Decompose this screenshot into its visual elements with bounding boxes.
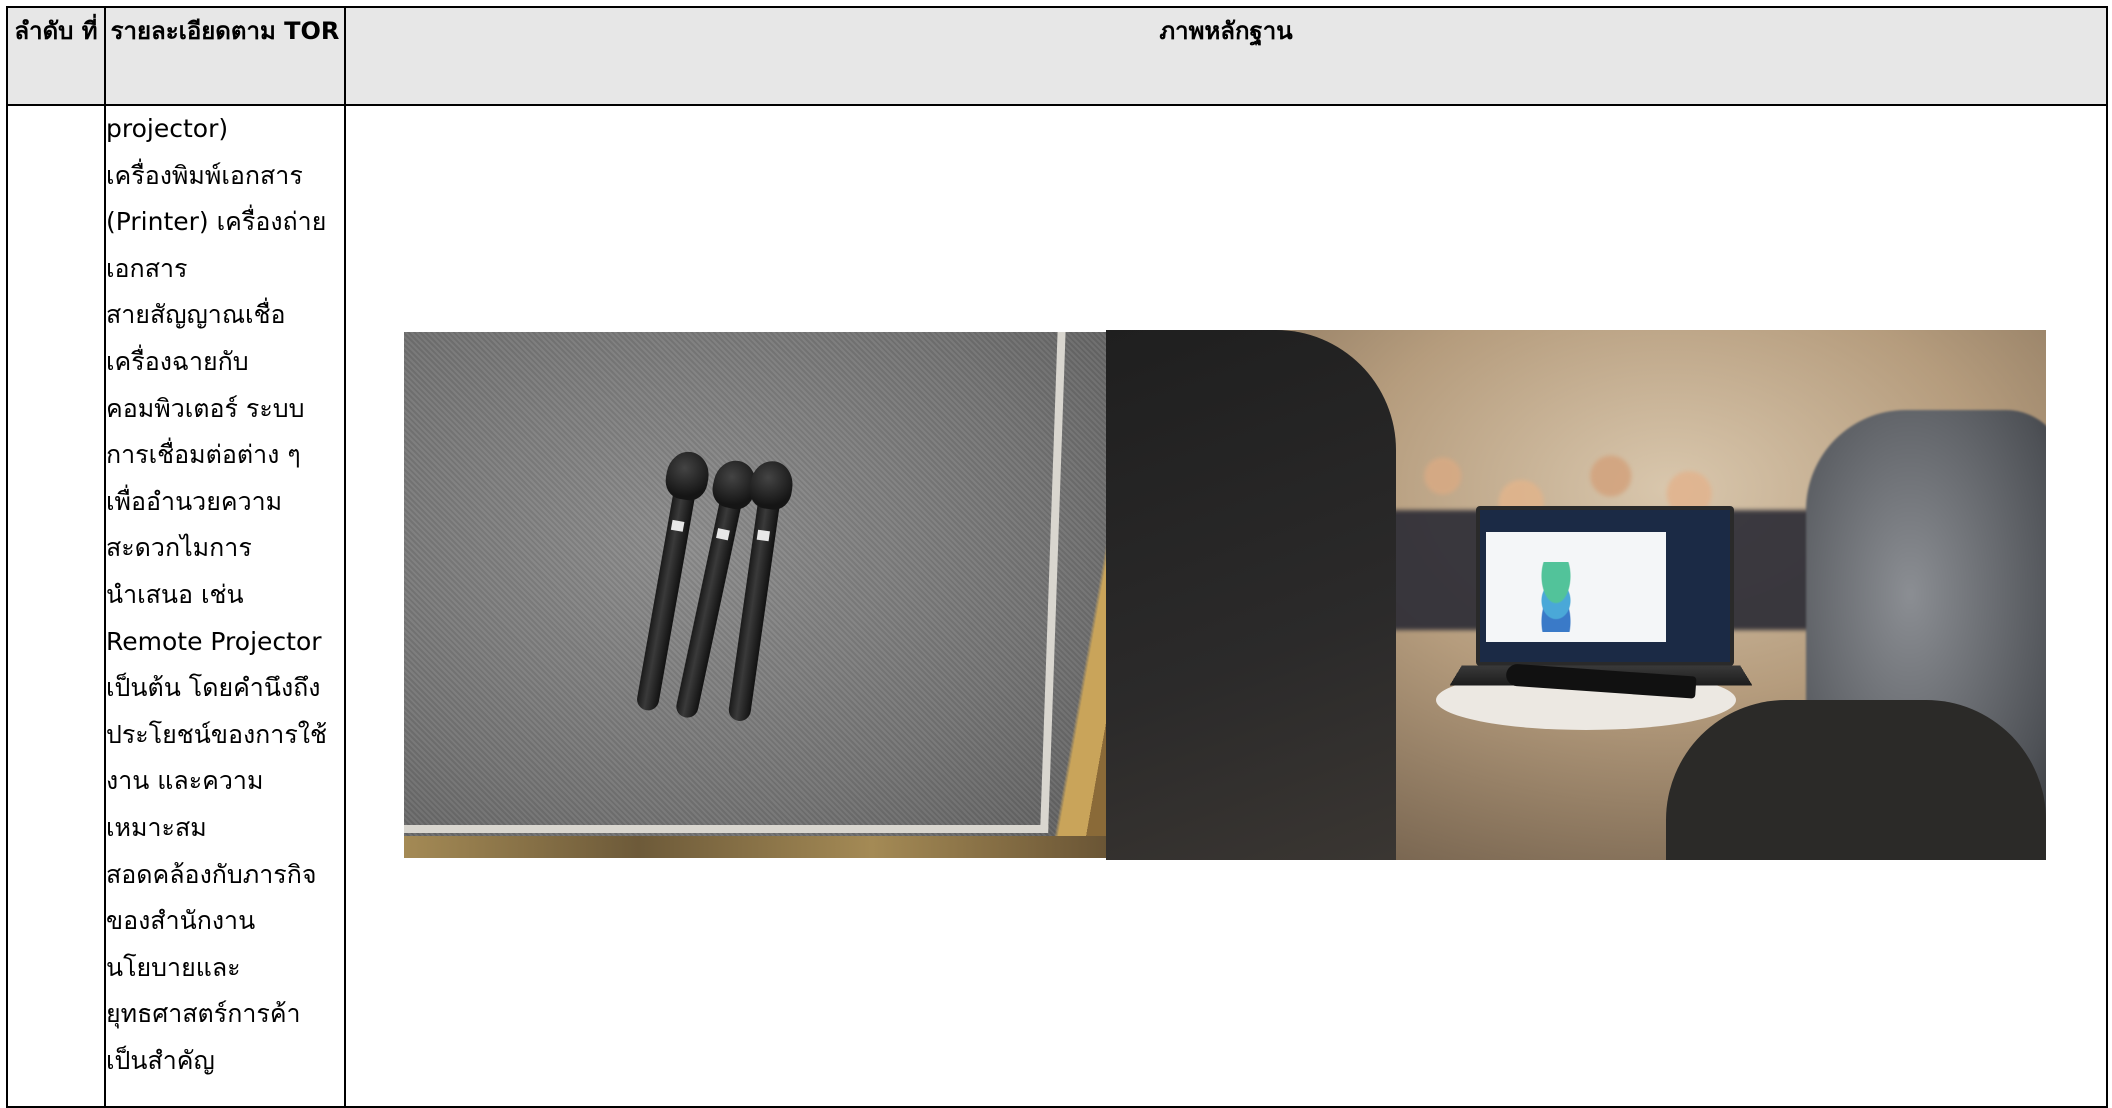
presentation-slide [1486, 532, 1666, 642]
detail-line: สายสัญญาณเชื่อ [106, 300, 286, 330]
evidence-photos [404, 330, 2046, 860]
table-row: projector) เครื่องพิมพ์เอกสาร (Printer) … [6, 104, 2108, 1108]
detail-line: คอมพิวเตอร์ ระบบ [106, 393, 305, 423]
detail-line: นำเสนอ เช่น [106, 579, 244, 609]
detail-line: เป็นต้น โดยคำนึงถึง [106, 673, 321, 703]
cell-no [6, 104, 106, 1108]
detail-line: เครื่องพิมพ์เอกสาร [106, 160, 303, 190]
detail-line: projector) [106, 114, 229, 143]
header-detail: รายละเอียดตาม TOR [104, 6, 346, 106]
detail-line: สะดวกไมการ [106, 533, 252, 563]
detail-line: Remote Projector [106, 626, 322, 656]
detail-line: เหมาะสม [106, 812, 207, 842]
tor-evidence-table: ลำดับ ที่ รายละเอียดตาม TOR ภาพหลักฐาน p… [6, 6, 2108, 1108]
detail-line: เอกสาร [106, 253, 188, 283]
microphones-photo [404, 332, 1106, 858]
table-header-row: ลำดับ ที่ รายละเอียดตาม TOR ภาพหลักฐาน [6, 6, 2108, 106]
detail-line: ยุทธศาสตร์การค้า [106, 999, 301, 1029]
detail-line: เพื่ออำนวยความ [106, 486, 283, 516]
detail-line: เครื่องฉายกับ [106, 346, 249, 376]
detail-line: นโยบายและ [106, 952, 241, 982]
detail-line: การเชื่อมต่อต่าง ๆ [106, 440, 301, 470]
detail-line: เป็นสำคัญ [106, 1045, 215, 1075]
laptop-screen [1476, 506, 1734, 666]
header-no: ลำดับ ที่ [6, 6, 106, 106]
floor-strip [404, 836, 1106, 858]
cell-evidence [344, 104, 2108, 1108]
detail-line: (Printer) เครื่องถ่าย [106, 207, 327, 237]
header-evidence: ภาพหลักฐาน [344, 6, 2108, 106]
presenter-silhouette [1106, 330, 1396, 860]
detail-line: ประโยชน์ของการใช้ [106, 719, 327, 749]
cell-detail: projector) เครื่องพิมพ์เอกสาร (Printer) … [104, 104, 346, 1108]
chair-back [1666, 700, 2046, 860]
seminar-laptop-photo [1106, 330, 2046, 860]
carpet-edge [404, 332, 1066, 833]
detail-line: งาน และความ [106, 766, 264, 796]
detail-line: สอดคล้องกับภารกิจ [106, 859, 317, 889]
detail-line: ของสำนักงาน [106, 906, 256, 936]
